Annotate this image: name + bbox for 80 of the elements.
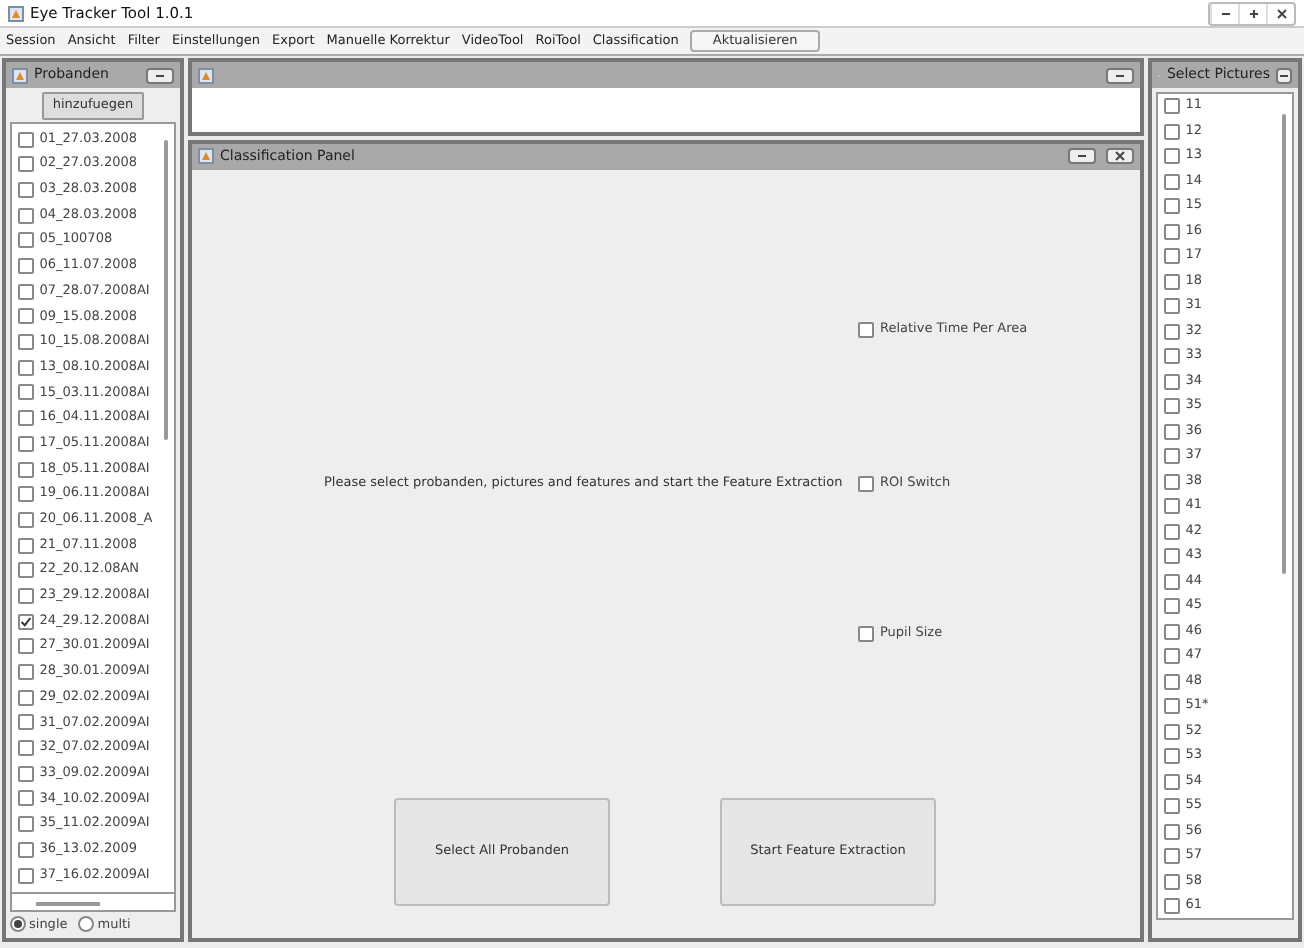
checkbox[interactable] [17,156,34,173]
checkbox[interactable] [1163,673,1180,689]
checkbox[interactable] [1163,348,1180,364]
checkbox[interactable] [17,435,34,452]
checkbox[interactable] [858,625,874,642]
minimize-icon[interactable] [1076,150,1088,163]
checkbox[interactable] [1163,473,1180,489]
checkbox[interactable] [1163,398,1180,414]
checkbox[interactable] [1163,623,1180,639]
checkbox[interactable] [858,475,874,492]
checkbox[interactable] [17,841,34,858]
checkbox[interactable] [17,740,34,757]
checkbox[interactable] [1163,323,1180,339]
checkbox[interactable] [1163,773,1180,789]
checkbox[interactable] [1163,573,1180,589]
checkbox[interactable] [1163,698,1180,714]
checkbox[interactable] [17,613,34,630]
checkbox[interactable] [1163,648,1180,664]
minimize-icon[interactable] [154,69,166,81]
checkbox[interactable] [17,765,34,782]
checkbox[interactable] [17,664,34,681]
checkbox[interactable] [17,816,34,833]
checkbox[interactable] [17,638,34,655]
checkbox[interactable] [1163,498,1180,514]
checkbox[interactable] [1163,173,1180,189]
checkbox[interactable] [1163,198,1180,214]
checkbox[interactable] [1163,748,1180,764]
checkbox[interactable] [1163,298,1180,314]
checkbox[interactable] [17,790,34,807]
minimize-button[interactable] [1068,148,1096,165]
maximize-icon[interactable] [1247,7,1259,19]
minimize-button[interactable] [146,67,174,83]
checkbox[interactable] [17,587,34,604]
checkbox[interactable] [17,714,34,731]
checkbox[interactable] [17,334,34,351]
checkbox[interactable] [1163,98,1180,114]
checkbox[interactable] [1163,273,1180,289]
checkbox[interactable] [17,410,34,427]
checkbox[interactable] [1163,598,1180,614]
checkbox[interactable] [17,181,34,198]
checkbox[interactable] [1163,873,1180,889]
checkbox[interactable] [1163,148,1180,164]
close-icon[interactable] [1275,7,1287,19]
checkbox[interactable] [1163,823,1180,839]
checkbox[interactable] [17,867,34,884]
checkbox[interactable] [1163,373,1180,389]
minimize-button[interactable] [1106,67,1134,83]
checkbox[interactable] [17,131,34,148]
checkbox[interactable] [1163,523,1180,539]
checkbox[interactable] [1163,898,1180,914]
checkbox[interactable] [1163,223,1180,239]
checkbox[interactable] [17,537,34,554]
checkbox[interactable] [17,232,34,249]
minimize-icon[interactable] [1114,69,1126,81]
checkbox[interactable] [17,359,34,376]
checkbox[interactable] [17,258,34,275]
checkbox[interactable] [1163,423,1180,439]
checkbox[interactable] [1163,848,1180,864]
checkbox[interactable] [17,384,34,401]
checkbox[interactable] [17,207,34,224]
checkbox[interactable] [17,308,34,325]
radio-button[interactable] [78,916,94,933]
radio-button[interactable] [9,916,26,933]
checkbox[interactable] [1163,248,1180,264]
checkbox[interactable] [1163,548,1180,564]
checkbox[interactable] [17,562,34,579]
checkbox[interactable] [17,486,34,503]
close-button[interactable] [1106,148,1134,165]
checkbox[interactable] [17,283,34,300]
checkbox[interactable] [17,461,34,478]
checkbox[interactable] [17,511,34,528]
checkbox[interactable] [858,321,874,338]
scrollbar[interactable] [9,894,177,913]
minimize-icon[interactable] [1219,7,1231,19]
checkbox[interactable] [1163,448,1180,464]
close-icon[interactable] [1114,150,1126,163]
checkbox[interactable] [1163,123,1180,139]
checkbox[interactable] [1163,723,1180,739]
checkbox[interactable] [1163,798,1180,814]
checkbox[interactable] [17,689,34,706]
